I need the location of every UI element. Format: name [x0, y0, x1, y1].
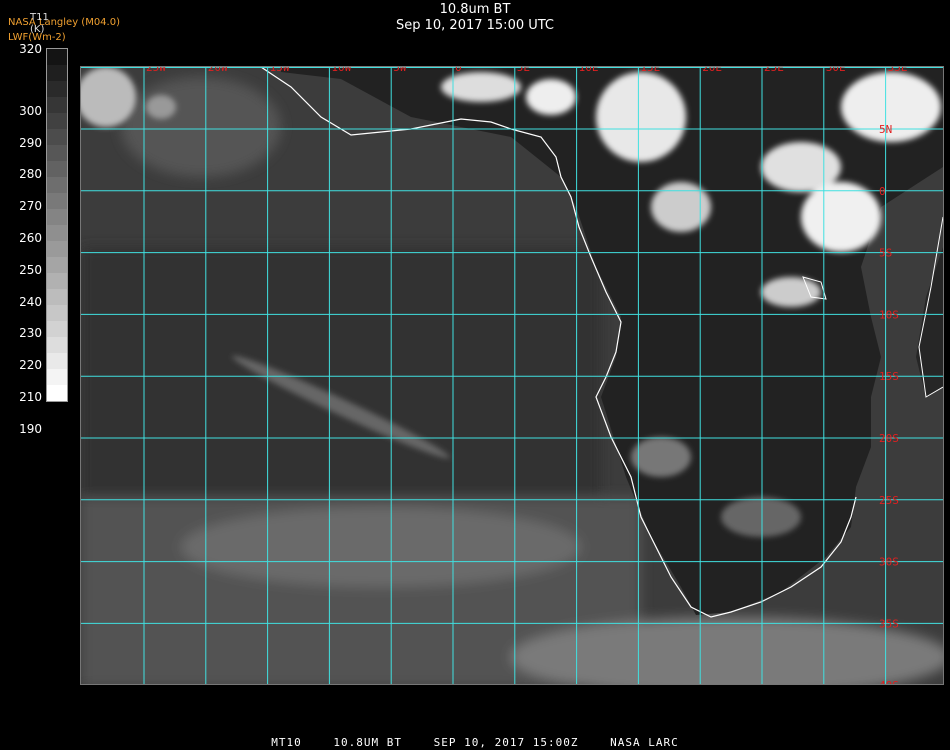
colorbar-label: 300 [19, 103, 42, 118]
colorbar-step [47, 209, 67, 225]
colorbar-step [47, 257, 67, 273]
colorbar-step [47, 145, 67, 161]
satellite-map[interactable]: 25W 20W 15W 10W 5W 0 5E 10E 15E 20E 25E 30E 35E 5N 0 5S… [80, 66, 944, 685]
longitude-label: 20E [702, 67, 722, 74]
longitude-label: 35E [888, 67, 908, 74]
colorbar-label: 250 [19, 262, 42, 277]
image-subtitle: Sep 10, 2017 15:00 UTC [395, 18, 555, 33]
colorbar-step [47, 177, 67, 193]
latitude-label: 0 [879, 185, 886, 198]
footer-channel: 10.8UM BT [333, 736, 403, 749]
longitude-label: 10W [331, 67, 351, 74]
colorbar-label: 220 [19, 358, 42, 373]
longitude-label: 25E [764, 67, 784, 74]
colorbar-step [47, 369, 67, 385]
colorbar-step [47, 49, 67, 65]
latitude-label: 40S [879, 679, 899, 684]
colorbar-label: 280 [19, 167, 42, 182]
longitude-label: 30E [826, 67, 846, 74]
colorbar [46, 48, 68, 402]
colorbar-label: 290 [19, 135, 42, 150]
longitude-label: 0 [455, 67, 462, 74]
latitude-label: 25S [879, 494, 899, 507]
image-title: 10.8um BT [439, 2, 511, 17]
colorbar-step [47, 225, 67, 241]
latitude-label: 5N [879, 123, 892, 136]
colorbar-label: 190 [19, 421, 42, 436]
latitude-label: 15S [879, 370, 899, 383]
colorbar-step [47, 129, 67, 145]
latitude-label: 30S [879, 556, 899, 569]
colorbar-label: 210 [19, 390, 42, 404]
latitude-label: 10S [879, 308, 899, 321]
colorbar-step [47, 273, 67, 289]
colorbar-title: T11 [30, 12, 49, 23]
colorbar-label: 260 [19, 231, 42, 245]
colorbar-step [47, 241, 67, 257]
colorbar-step [47, 305, 67, 321]
footer-datetime: SEP 10, 2017 15:00Z [433, 736, 579, 749]
longitude-label: 10E [579, 67, 599, 74]
colorbar-step [47, 193, 67, 209]
footer-org: NASA LARC [610, 736, 679, 749]
colorbar-label: 270 [19, 199, 42, 214]
longitude-label: 25W [146, 67, 166, 74]
longitude-label: 5E [517, 67, 530, 74]
colorbar-label: 320 [19, 42, 42, 56]
footer-bar: MT10 10.8UM BT SEP 10, 2017 15:00Z NASA … [0, 736, 950, 749]
latitude-label: 5S [879, 247, 892, 260]
colorbar-step [47, 289, 67, 305]
colorbar-step [47, 353, 67, 369]
colorbar-label: 240 [19, 294, 42, 309]
longitude-label: 15W [270, 67, 290, 74]
colorbar-step [47, 321, 67, 337]
colorbar-step [47, 113, 67, 129]
colorbar-label: 230 [19, 326, 42, 341]
longitude-label: 15E [640, 67, 660, 74]
latitude-label: 20S [879, 432, 899, 445]
colorbar-step [47, 97, 67, 113]
colorbar-step [47, 161, 67, 177]
colorbar-step [47, 337, 67, 353]
colorbar-step [47, 385, 67, 401]
colorbar-step [47, 81, 67, 97]
longitude-label: 20W [208, 67, 228, 74]
colorbar-unit: (K) [30, 24, 45, 35]
longitude-label: 5W [393, 67, 407, 74]
latitude-label: 35S [879, 617, 899, 630]
org-label: NASA Langley (M04.0) [8, 17, 120, 28]
footer-product: MT10 [271, 736, 302, 749]
colorbar-step [47, 65, 67, 81]
